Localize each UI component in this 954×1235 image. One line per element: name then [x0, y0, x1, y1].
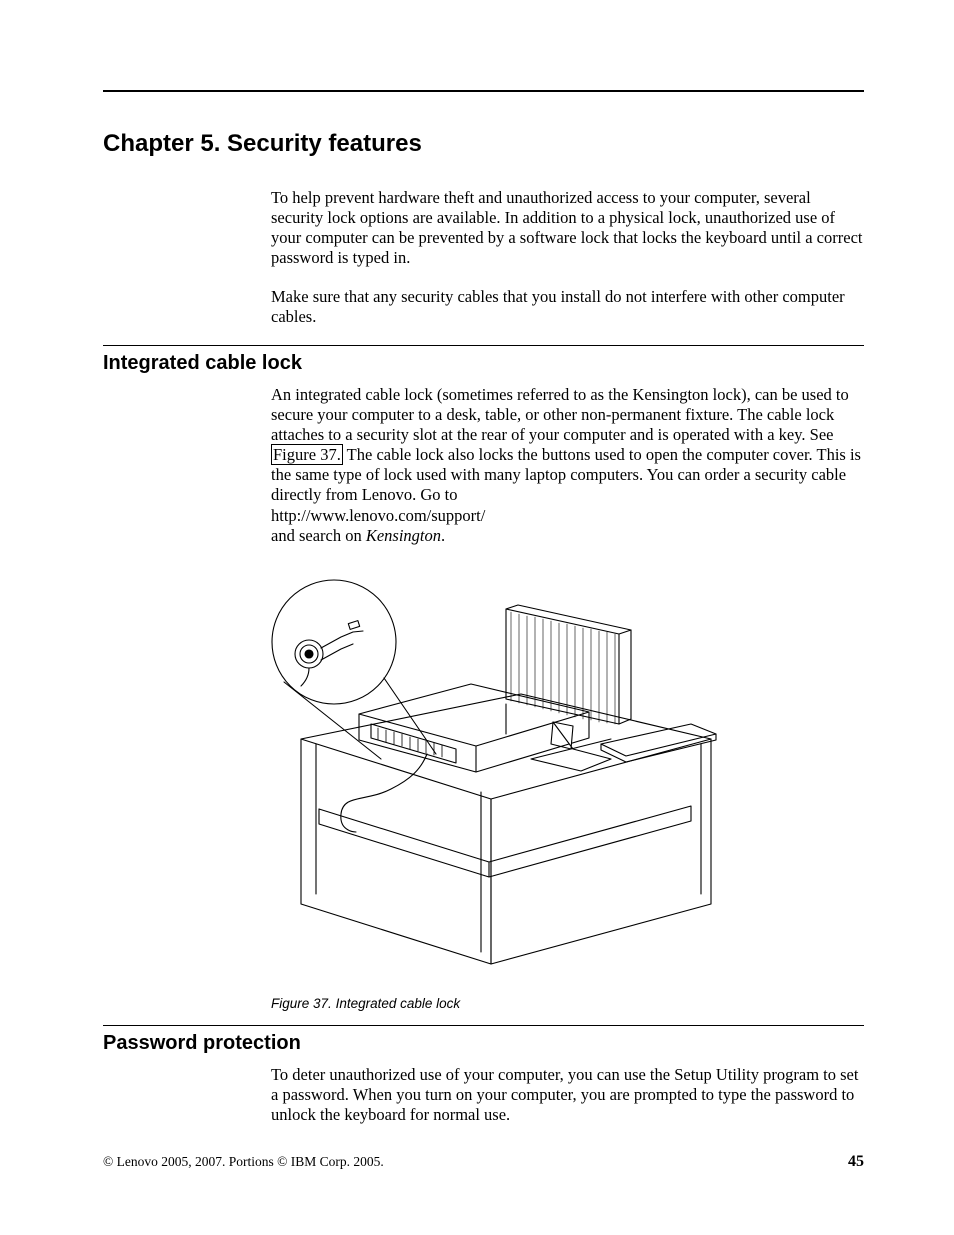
search-lead: and search on [271, 526, 366, 545]
top-rule [103, 90, 864, 92]
page-footer: © Lenovo 2005, 2007. Portions © IBM Corp… [103, 1153, 864, 1171]
support-url: http://www.lenovo.com/support/ [271, 506, 485, 525]
section1-lead: An integrated cable lock (sometimes refe… [271, 385, 849, 444]
section1-paragraph: An integrated cable lock (sometimes refe… [271, 385, 864, 546]
section-heading-cable-lock: Integrated cable lock [103, 352, 864, 375]
chapter-intro: To help prevent hardware theft and unaut… [271, 188, 864, 327]
page-number: 45 [848, 1153, 864, 1171]
section1-body: An integrated cable lock (sometimes refe… [271, 385, 864, 546]
section-rule-2 [103, 1025, 864, 1026]
search-term: Kensington [366, 526, 441, 545]
section2-body: To deter unauthorized use of your comput… [271, 1065, 864, 1125]
chapter-title: Chapter 5. Security features [103, 130, 864, 158]
search-period: . [441, 526, 445, 545]
intro-paragraph-2: Make sure that any security cables that … [271, 287, 864, 327]
figure-caption-label: Figure 37. [271, 996, 332, 1011]
figure-37-illustration [271, 564, 726, 984]
section2-paragraph: To deter unauthorized use of your comput… [271, 1065, 864, 1125]
section1-tail: The cable lock also locks the buttons us… [271, 445, 861, 504]
figure-37-xref[interactable]: Figure 37. [271, 444, 343, 465]
copyright-text: © Lenovo 2005, 2007. Portions © IBM Corp… [103, 1154, 384, 1170]
figure-caption: Figure 37. Integrated cable lock [271, 996, 864, 1011]
figure-37: Figure 37. Integrated cable lock [271, 564, 864, 1011]
section-rule-1 [103, 345, 864, 346]
section-heading-password: Password protection [103, 1032, 864, 1055]
intro-paragraph-1: To help prevent hardware theft and unaut… [271, 188, 864, 269]
figure-caption-text: Integrated cable lock [336, 996, 461, 1011]
